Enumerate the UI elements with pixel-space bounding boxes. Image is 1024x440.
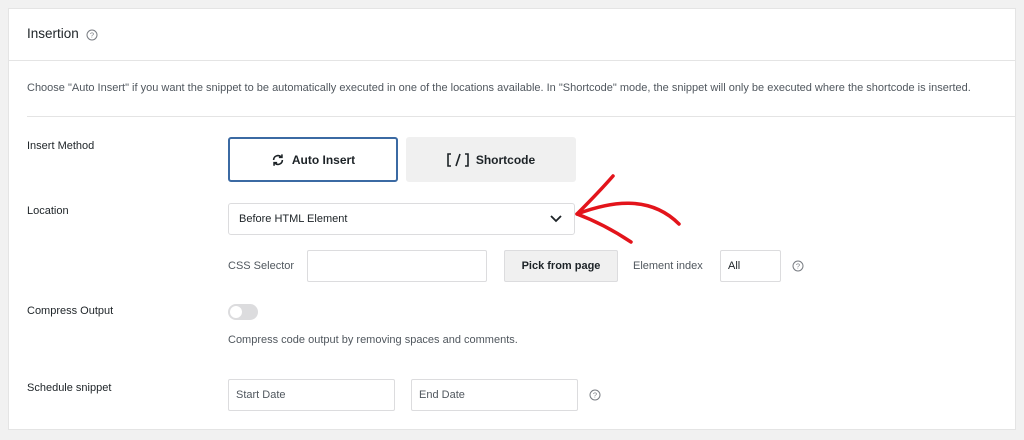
location-selected-value: Before HTML Element <box>239 213 348 225</box>
css-selector-input[interactable] <box>307 250 487 282</box>
panel-title: Insertion <box>27 26 79 41</box>
panel-header: Insertion ? <box>9 9 1015 61</box>
insert-method-label: Insert Method <box>27 140 95 152</box>
compress-output-label: Compress Output <box>27 305 114 317</box>
pick-from-page-button[interactable]: Pick from page <box>504 250 618 282</box>
insertion-panel: Insertion ? Choose "Auto Insert" if you … <box>8 8 1016 430</box>
svg-text:?: ? <box>593 391 597 400</box>
location-select[interactable]: Before HTML Element <box>228 203 575 235</box>
divider <box>27 116 1015 117</box>
svg-text:?: ? <box>90 31 94 40</box>
schedule-snippet-label: Schedule snippet <box>27 382 112 394</box>
chevron-down-icon <box>550 215 562 223</box>
annotation-arrow-icon <box>575 174 681 244</box>
help-icon[interactable]: ? <box>589 389 601 401</box>
compress-output-description: Compress code output by removing spaces … <box>228 334 518 346</box>
compress-output-toggle[interactable] <box>228 304 258 320</box>
element-index-input[interactable]: All <box>720 250 781 282</box>
start-date-input[interactable]: Start Date <box>228 379 395 411</box>
shortcode-brackets-icon <box>447 152 469 167</box>
refresh-icon <box>272 153 283 166</box>
svg-text:?: ? <box>796 262 800 271</box>
auto-insert-label: Auto Insert <box>291 152 356 167</box>
auto-insert-button[interactable]: Auto Insert <box>228 137 398 182</box>
insertion-description: Choose "Auto Insert" if you want the sni… <box>27 82 971 94</box>
help-icon[interactable]: ? <box>792 260 804 272</box>
end-date-input[interactable]: End Date <box>411 379 578 411</box>
shortcode-label: Shortcode <box>475 152 536 167</box>
location-label: Location <box>27 205 69 217</box>
css-selector-label: CSS Selector <box>228 260 295 272</box>
shortcode-button[interactable]: Shortcode <box>406 137 576 182</box>
element-index-label: Element index <box>633 260 703 272</box>
toggle-knob <box>230 306 242 318</box>
help-icon[interactable]: ? <box>86 29 98 41</box>
